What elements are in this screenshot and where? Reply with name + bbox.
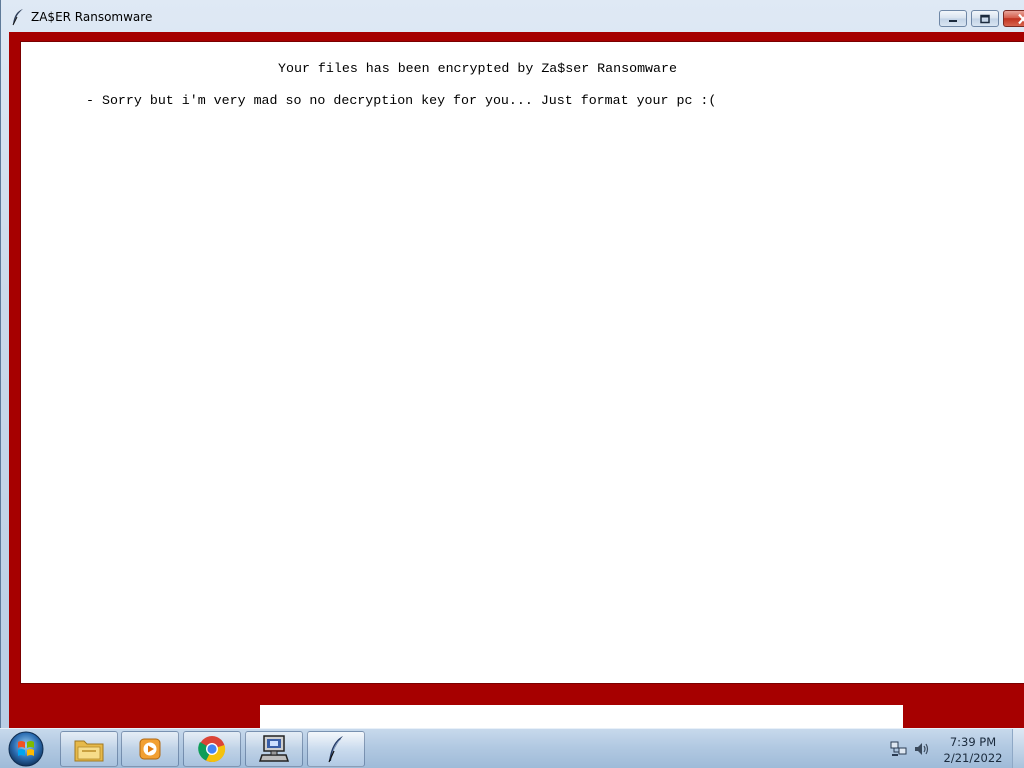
window-title: ZA$ER Ransomware xyxy=(31,10,153,24)
taskbar-item-chrome[interactable] xyxy=(183,731,241,767)
start-button[interactable] xyxy=(6,730,46,768)
taskbar-item-network[interactable] xyxy=(245,731,303,767)
close-icon xyxy=(1018,13,1024,24)
title-bar[interactable]: ZA$ER Ransomware xyxy=(1,0,1024,32)
maximize-button[interactable] xyxy=(971,10,999,27)
chrome-icon xyxy=(198,736,226,763)
network-icon[interactable] xyxy=(890,741,908,757)
ransom-title: Your files has been encrypted by Za$ser … xyxy=(278,61,677,76)
ransom-message-panel: Your files has been encrypted by Za$ser … xyxy=(20,41,1024,684)
windows-orb-icon xyxy=(8,731,44,767)
close-button[interactable] xyxy=(1003,10,1024,27)
clock-date: 2/21/2022 xyxy=(943,751,1003,765)
ransom-background: Your files has been encrypted by Za$ser … xyxy=(9,32,1024,728)
feather-icon xyxy=(11,8,25,26)
taskbar-item-explorer[interactable] xyxy=(60,731,118,767)
bottom-input-box[interactable] xyxy=(260,705,903,728)
show-desktop-button[interactable] xyxy=(1012,729,1024,768)
maximize-icon xyxy=(980,14,990,23)
minimize-button[interactable] xyxy=(939,10,967,27)
ransomware-window: ZA$ER Ransomware Your files has been enc… xyxy=(0,0,1024,728)
clock-time: 7:39 PM xyxy=(949,735,997,749)
taskbar: 7:39 PM 2/21/2022 xyxy=(0,728,1024,768)
volume-icon[interactable] xyxy=(913,741,931,757)
taskbar-item-media-player[interactable] xyxy=(121,731,179,767)
media-play-icon xyxy=(139,738,161,760)
ransom-message: - Sorry but i'm very mad so no decryptio… xyxy=(86,93,717,108)
clock[interactable]: 7:39 PM 2/21/2022 xyxy=(940,734,1006,766)
feather-icon xyxy=(328,736,343,763)
taskbar-item-ransomware[interactable] xyxy=(307,731,365,767)
minimize-icon xyxy=(949,19,957,22)
folder-icon xyxy=(74,740,104,762)
computer-icon xyxy=(258,735,290,762)
